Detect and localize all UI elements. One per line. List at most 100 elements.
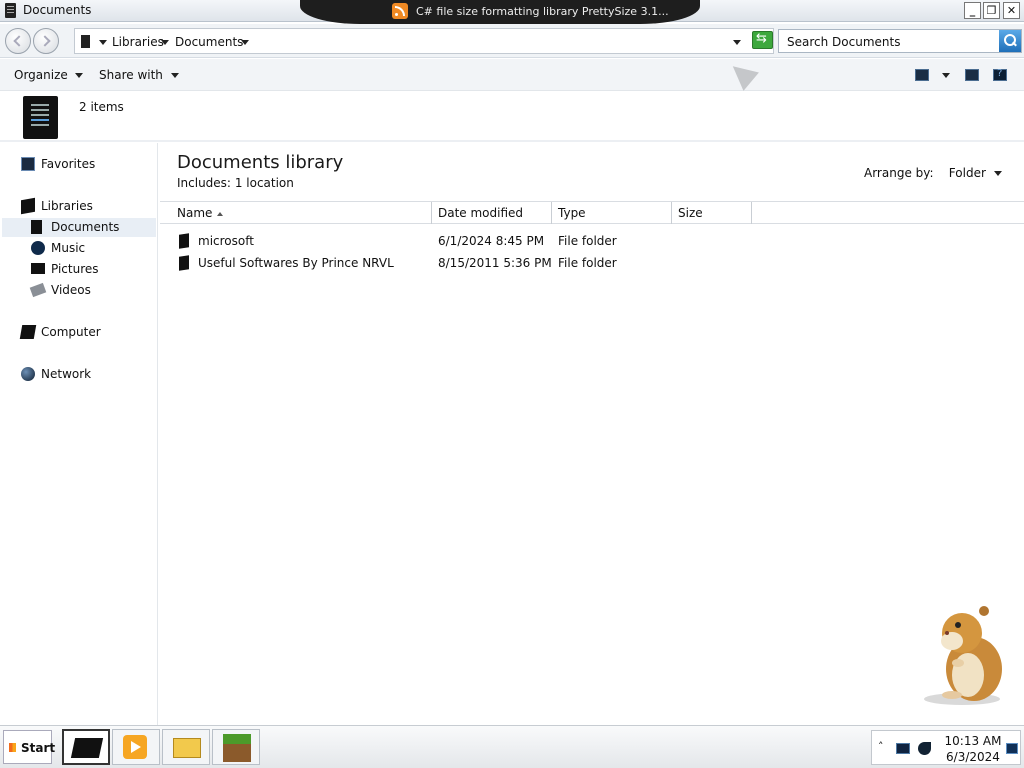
volume-icon[interactable] bbox=[918, 742, 931, 755]
sort-ascending-icon bbox=[217, 211, 224, 216]
table-row[interactable]: microsoft 6/1/2024 8:45 PM File folder bbox=[160, 231, 1024, 252]
sidebar-label: Computer bbox=[41, 325, 101, 339]
sidebar-label: Libraries bbox=[41, 199, 93, 213]
grass-block-icon bbox=[223, 734, 251, 762]
sidebar-item-music[interactable]: Music bbox=[31, 239, 151, 258]
taskbar-minecraft-button[interactable] bbox=[212, 729, 260, 765]
sidebar-item-computer[interactable]: Computer bbox=[19, 323, 151, 342]
breadcrumb-arrow[interactable] bbox=[99, 35, 107, 49]
breadcrumb-libraries[interactable]: Libraries bbox=[112, 35, 164, 49]
table-row[interactable]: Useful Softwares By Prince NRVL 8/15/201… bbox=[160, 253, 1024, 274]
sidebar-label: Favorites bbox=[41, 157, 96, 171]
search-placeholder: Search Documents bbox=[787, 35, 901, 49]
libraries-icon bbox=[21, 197, 35, 215]
share-with-button[interactable]: Share with bbox=[99, 68, 179, 82]
star-icon bbox=[21, 157, 35, 171]
restore-button[interactable]: ❐ bbox=[983, 2, 1000, 19]
clock-time: 10:13 AM bbox=[944, 734, 1002, 748]
item-count: 2 items bbox=[79, 100, 124, 114]
forward-button[interactable] bbox=[33, 28, 59, 54]
folder-icon bbox=[81, 35, 90, 48]
preview-pane-icon[interactable] bbox=[965, 69, 979, 81]
hamster-mascot-icon[interactable] bbox=[922, 603, 1006, 707]
includes-locations-link[interactable]: 1 location bbox=[235, 176, 294, 190]
search-icon[interactable] bbox=[999, 30, 1021, 52]
sidebar-label: Pictures bbox=[51, 262, 99, 276]
address-row: Libraries Documents Search Documents bbox=[0, 24, 1024, 58]
sidebar-item-favorites[interactable]: Favorites bbox=[21, 155, 151, 174]
windows-logo-icon bbox=[9, 743, 16, 752]
taskbar-library-button[interactable] bbox=[162, 729, 210, 765]
file-list-pane: Documents library Includes: 1 location A… bbox=[160, 143, 1024, 725]
breadcrumb-arrow[interactable] bbox=[241, 35, 249, 49]
address-dropdown[interactable] bbox=[733, 35, 741, 49]
clock[interactable]: 10:13 AM 6/3/2024 bbox=[938, 733, 1008, 765]
column-label: Size bbox=[678, 206, 703, 220]
minimize-button[interactable]: _ bbox=[964, 2, 981, 19]
music-icon bbox=[31, 241, 45, 255]
sidebar-label: Documents bbox=[51, 220, 120, 234]
rss-icon bbox=[392, 3, 408, 19]
action-center-icon[interactable] bbox=[1006, 743, 1018, 754]
share-with-label: Share with bbox=[99, 68, 163, 82]
sidebar-label: Music bbox=[51, 241, 86, 255]
file-name: microsoft bbox=[198, 234, 254, 248]
column-type[interactable]: Type bbox=[552, 202, 672, 224]
file-name: Useful Softwares By Prince NRVL bbox=[198, 256, 394, 270]
command-bar: Organize Share with bbox=[0, 59, 1024, 91]
arrange-by: Arrange by: Folder bbox=[864, 166, 1002, 180]
details-header: 2 items bbox=[0, 92, 1024, 142]
library-title: Documents library bbox=[177, 152, 344, 173]
column-size[interactable]: Size bbox=[672, 202, 752, 224]
file-date: 8/15/2011 5:36 PM bbox=[438, 256, 552, 270]
chevron-down-icon bbox=[993, 171, 1002, 176]
column-label: Name bbox=[177, 206, 213, 220]
organize-button[interactable]: Organize bbox=[14, 68, 84, 82]
sidebar-item-videos[interactable]: Videos bbox=[29, 281, 151, 300]
sidebar-item-libraries[interactable]: Libraries bbox=[21, 197, 151, 216]
clock-date: 6/3/2024 bbox=[946, 750, 1000, 764]
network-tray-icon[interactable] bbox=[896, 743, 910, 754]
navigation-pane: Favorites Libraries Documents Music Pict… bbox=[0, 143, 158, 725]
sidebar-item-pictures[interactable]: Pictures bbox=[31, 260, 151, 279]
arrange-by-label: Arrange by: bbox=[864, 166, 934, 180]
library-icon bbox=[23, 96, 58, 139]
folders-icon bbox=[173, 738, 201, 758]
pictures-icon bbox=[31, 263, 45, 274]
network-icon bbox=[21, 367, 35, 381]
window-title: Documents bbox=[23, 3, 92, 17]
file-type: File folder bbox=[558, 256, 617, 270]
notification-banner[interactable]: C# file size formatting library PrettySi… bbox=[300, 0, 700, 24]
arrange-by-value: Folder bbox=[948, 166, 986, 180]
close-button[interactable]: ✕ bbox=[1003, 2, 1020, 19]
change-view-icon[interactable] bbox=[915, 69, 929, 81]
help-icon[interactable] bbox=[993, 68, 1007, 81]
column-label: Date modified bbox=[438, 206, 524, 220]
taskbar-media-player-button[interactable] bbox=[112, 729, 160, 765]
column-label: Type bbox=[558, 206, 586, 220]
show-hidden-icons-icon[interactable]: ˄ bbox=[878, 740, 884, 753]
view-options-dropdown[interactable] bbox=[942, 68, 950, 82]
library-includes: Includes: 1 location bbox=[177, 176, 294, 190]
documents-icon bbox=[5, 3, 16, 18]
start-label: Start bbox=[21, 741, 56, 755]
search-input[interactable]: Search Documents bbox=[778, 29, 1022, 53]
taskbar-explorer-button[interactable] bbox=[62, 729, 110, 765]
file-date: 6/1/2024 8:45 PM bbox=[438, 234, 545, 248]
file-type: File folder bbox=[558, 234, 617, 248]
taskbar: Start ˄ 10:13 AM 6/3/2024 bbox=[0, 725, 1024, 768]
back-button[interactable] bbox=[5, 28, 31, 54]
arrange-by-dropdown[interactable]: Folder bbox=[949, 166, 1002, 180]
start-button[interactable]: Start bbox=[3, 730, 56, 764]
column-name[interactable]: Name bbox=[160, 202, 432, 224]
breadcrumb-arrow[interactable] bbox=[161, 35, 169, 49]
sidebar-item-documents[interactable]: Documents bbox=[2, 218, 156, 237]
column-date-modified[interactable]: Date modified bbox=[432, 202, 552, 224]
refresh-button[interactable] bbox=[752, 31, 773, 49]
sidebar-label: Network bbox=[41, 367, 92, 381]
address-bar[interactable]: Libraries Documents bbox=[74, 28, 774, 54]
column-headers: Name Date modified Type Size bbox=[160, 201, 1024, 224]
breadcrumb-documents[interactable]: Documents bbox=[175, 35, 243, 49]
sidebar-item-network[interactable]: Network bbox=[21, 365, 151, 384]
organize-label: Organize bbox=[14, 68, 68, 82]
